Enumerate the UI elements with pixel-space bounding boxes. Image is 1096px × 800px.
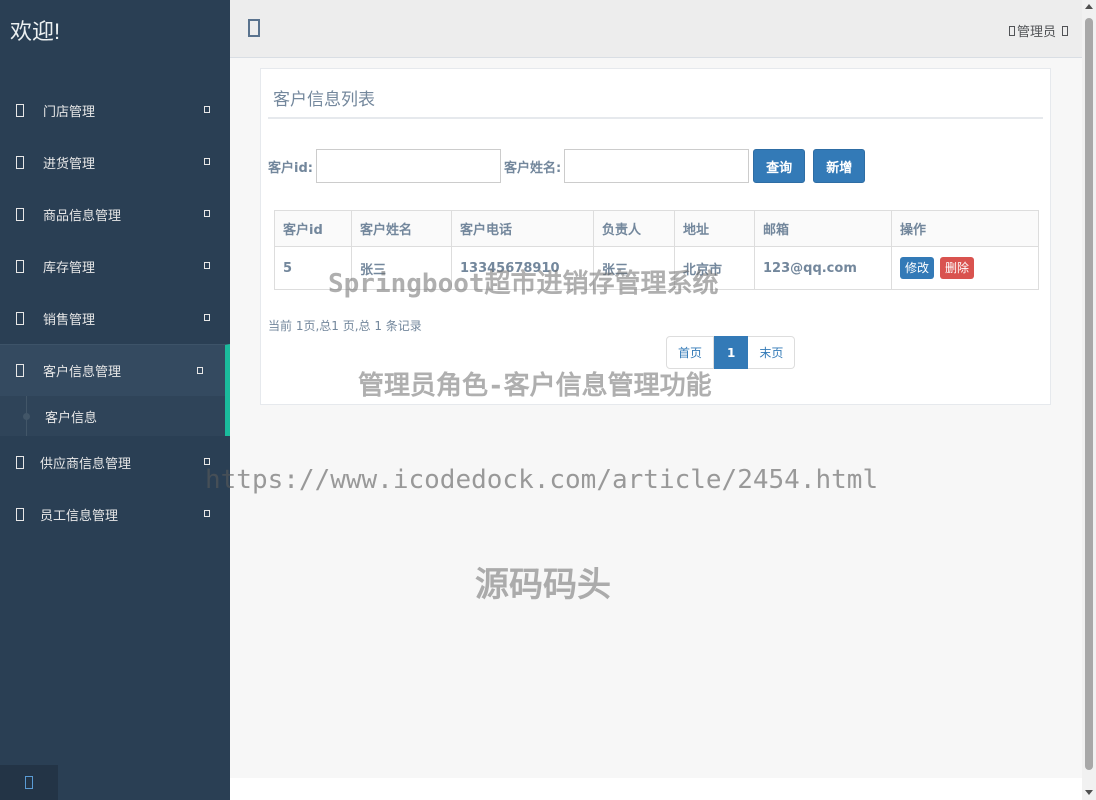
scroll-down-icon[interactable] xyxy=(1085,790,1093,795)
chevron-icon xyxy=(204,262,210,269)
cell-id: 5 xyxy=(274,246,352,290)
sidebar-item-customer[interactable]: 客户信息管理 xyxy=(0,344,230,396)
column-header: 操作 xyxy=(891,210,1039,247)
square-icon xyxy=(16,507,24,521)
sidebar-item-store[interactable]: 门店管理 xyxy=(0,84,230,136)
table-row: 5 张三 13345678910 张三 北京市 123@qq.com 修改 删除 xyxy=(274,246,1039,290)
scroll-up-icon[interactable] xyxy=(1085,4,1093,9)
main-content: 客户信息列表 客户id: 客户姓名: 查询 新增 客户id 客户姓名 客户电话 … xyxy=(230,58,1082,778)
chevron-icon xyxy=(204,106,210,113)
pagination: 首页 1 末页 xyxy=(666,336,796,369)
panel-title: 客户信息列表 xyxy=(273,90,375,110)
cell-address: 北京市 xyxy=(674,246,755,290)
column-header: 负责人 xyxy=(593,210,675,247)
sidebar-item-label: 客户信息管理 xyxy=(43,365,122,380)
bottom-strip xyxy=(230,778,1082,800)
record-info: 当前 1页,总1 页,总 1 条记录 xyxy=(268,319,422,333)
sidebar-footer-button[interactable] xyxy=(0,765,58,800)
customer-name-input[interactable] xyxy=(564,149,750,183)
sidebar-nav: 门店管理 进货管理 商品信息管理 库存管理 销售管理 客户信息管理 客户信息 供… xyxy=(0,84,230,540)
customer-name-label: 客户姓名: xyxy=(503,160,562,176)
user-label: 管理员 xyxy=(1016,25,1056,40)
last-page-button[interactable]: 末页 xyxy=(748,336,796,369)
submenu-item-customer-info[interactable]: 客户信息 xyxy=(0,396,230,436)
user-menu[interactable]: 管理员 xyxy=(1008,21,1068,40)
chevron-icon xyxy=(204,458,210,465)
column-header: 客户电话 xyxy=(451,210,594,247)
chevron-icon xyxy=(197,367,203,374)
sidebar-item-label: 库存管理 xyxy=(43,260,96,276)
sidebar-item-supplier[interactable]: 供应商信息管理 xyxy=(0,436,230,488)
chevron-icon xyxy=(204,314,210,321)
square-icon xyxy=(25,776,33,789)
sidebar-item-purchase[interactable]: 进货管理 xyxy=(0,136,230,188)
search-form: 客户id: 客户姓名: 查询 新增 xyxy=(268,149,866,183)
top-nav: 管理员 xyxy=(230,0,1082,58)
user-icon xyxy=(1008,25,1015,36)
sidebar-item-sales[interactable]: 销售管理 xyxy=(0,292,230,344)
sidebar: 欢迎! 门店管理 进货管理 商品信息管理 库存管理 销售管理 客户信息管理 客户… xyxy=(0,0,230,800)
column-header: 地址 xyxy=(674,210,755,247)
column-header: 客户姓名 xyxy=(351,210,452,247)
column-header: 客户id xyxy=(274,210,352,247)
submenu-dot-icon xyxy=(23,413,30,420)
scrollbar-thumb[interactable] xyxy=(1085,18,1093,770)
cell-manager: 张三 xyxy=(593,246,675,290)
delete-button[interactable]: 删除 xyxy=(940,257,975,279)
customer-panel: 客户信息列表 客户id: 客户姓名: 查询 新增 客户id 客户姓名 客户电话 … xyxy=(260,68,1051,405)
chevron-icon xyxy=(204,158,210,165)
query-button[interactable]: 查询 xyxy=(753,149,806,183)
cell-name: 张三 xyxy=(351,246,452,290)
sidebar-item-label: 门店管理 xyxy=(43,104,96,120)
submenu-item-label: 客户信息 xyxy=(45,410,98,426)
column-header: 邮箱 xyxy=(754,210,892,247)
square-icon xyxy=(16,155,24,169)
menu-toggle-icon[interactable] xyxy=(248,19,260,37)
square-icon xyxy=(16,259,24,273)
square-icon xyxy=(16,103,24,117)
scrollbar[interactable] xyxy=(1082,0,1096,800)
sidebar-item-employee[interactable]: 员工信息管理 xyxy=(0,488,230,540)
customer-id-label: 客户id: xyxy=(268,160,313,176)
sidebar-item-label: 商品信息管理 xyxy=(43,208,122,224)
sidebar-item-label: 供应商信息管理 xyxy=(40,456,132,472)
customer-id-input[interactable] xyxy=(315,149,501,183)
cell-actions: 修改 删除 xyxy=(891,246,1039,290)
customer-table: 客户id 客户姓名 客户电话 负责人 地址 邮箱 操作 5 张三 1334567… xyxy=(274,210,1039,290)
cell-phone: 13345678910 xyxy=(451,246,594,290)
square-icon xyxy=(16,311,24,325)
current-page-button[interactable]: 1 xyxy=(714,336,749,369)
sidebar-item-label: 销售管理 xyxy=(43,312,96,328)
chevron-icon xyxy=(204,510,210,517)
brand-title: 欢迎! xyxy=(10,19,61,44)
cell-email: 123@qq.com xyxy=(754,246,892,290)
sidebar-item-label: 进货管理 xyxy=(43,156,96,172)
sidebar-item-label: 员工信息管理 xyxy=(40,508,119,524)
divider xyxy=(268,117,1043,119)
square-icon xyxy=(16,455,24,469)
first-page-button[interactable]: 首页 xyxy=(666,336,715,369)
sidebar-item-goods[interactable]: 商品信息管理 xyxy=(0,188,230,240)
square-icon xyxy=(16,364,24,377)
square-icon xyxy=(16,207,24,221)
table-header-row: 客户id 客户姓名 客户电话 负责人 地址 邮箱 操作 xyxy=(274,210,1039,247)
sidebar-item-inventory[interactable]: 库存管理 xyxy=(0,240,230,292)
add-button[interactable]: 新增 xyxy=(813,149,866,183)
chevron-icon xyxy=(204,210,210,217)
chevron-down-icon xyxy=(1062,25,1068,36)
edit-button[interactable]: 修改 xyxy=(900,257,935,279)
